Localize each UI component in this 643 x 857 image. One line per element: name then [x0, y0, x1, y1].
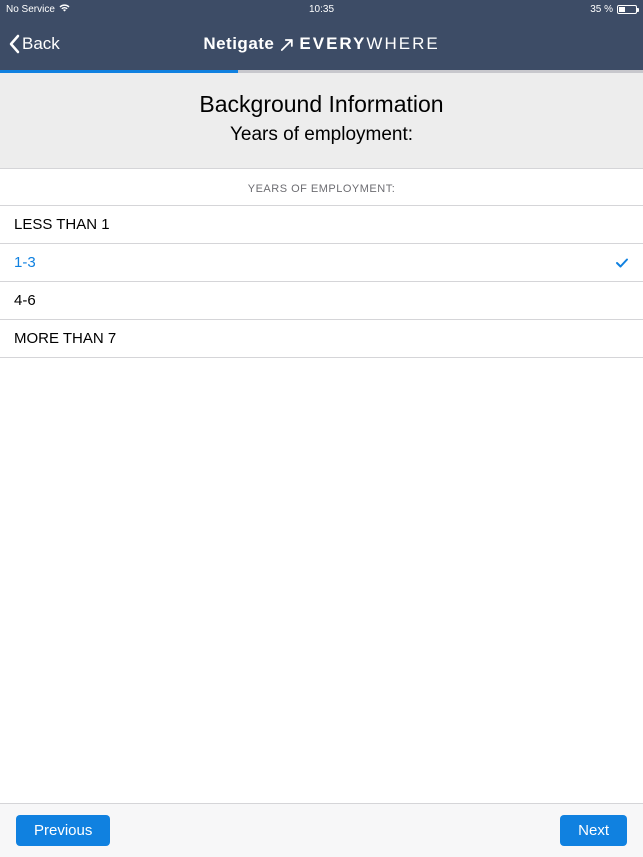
battery-fill — [619, 7, 625, 12]
bottom-toolbar: Previous Next — [0, 803, 643, 857]
wifi-icon — [59, 3, 70, 15]
page-header: Background Information Years of employme… — [0, 73, 643, 169]
app-title: Netigate EVERYWHERE — [203, 34, 439, 54]
checkmark-icon — [615, 256, 629, 270]
back-label: Back — [22, 34, 60, 54]
option-label: MORE THAN 7 — [14, 330, 116, 347]
list-item[interactable]: LESS THAN 1 — [0, 206, 643, 244]
product-name: EVERYWHERE — [299, 34, 439, 54]
options-list: LESS THAN 1 1-3 4-6 MORE THAN 7 — [0, 205, 643, 358]
page-title: Background Information — [10, 91, 633, 118]
option-label: LESS THAN 1 — [14, 216, 110, 233]
chevron-left-icon — [8, 34, 20, 54]
back-button[interactable]: Back — [8, 34, 60, 54]
list-item[interactable]: MORE THAN 7 — [0, 320, 643, 358]
brand-arrow-icon — [280, 38, 293, 51]
progress-fill — [0, 70, 238, 73]
previous-button[interactable]: Previous — [16, 815, 110, 846]
carrier-label: No Service — [6, 4, 55, 15]
battery-percent-label: 35 % — [590, 4, 613, 15]
page-subtitle: Years of employment: — [10, 124, 633, 146]
status-bar: No Service 10:35 35 % — [0, 0, 643, 18]
option-label: 4-6 — [14, 292, 36, 309]
section-header: YEARS OF EMPLOYMENT: — [0, 169, 643, 205]
list-item[interactable]: 1-3 — [0, 244, 643, 282]
clock-label: 10:35 — [309, 4, 334, 15]
list-item[interactable]: 4-6 — [0, 282, 643, 320]
nav-bar: Back Netigate EVERYWHERE — [0, 18, 643, 70]
battery-icon — [617, 5, 637, 14]
next-button[interactable]: Next — [560, 815, 627, 846]
brand-name: Netigate — [203, 34, 274, 54]
option-label: 1-3 — [14, 254, 36, 271]
